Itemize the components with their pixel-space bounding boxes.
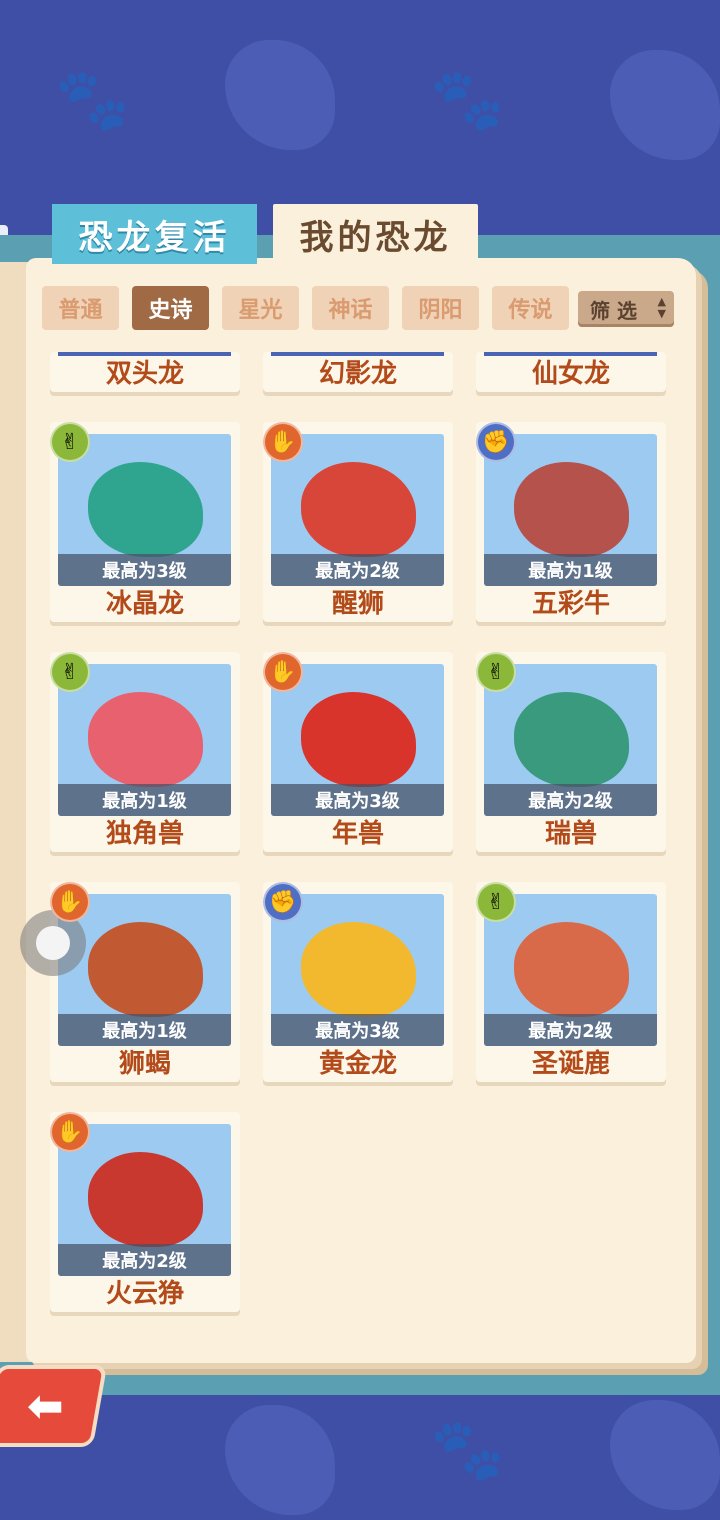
background-dino-silhouette: [225, 40, 335, 150]
background-dino-silhouette: [610, 50, 720, 160]
category-tab-myth[interactable]: 神话: [312, 286, 389, 330]
background-paw-icon: 🐾: [430, 65, 505, 135]
dino-figure: [88, 462, 203, 557]
dino-name: 火云狰: [105, 1279, 184, 1309]
category-tab-starlight[interactable]: 星光: [222, 286, 299, 330]
max-level-label: 最高为3级: [58, 554, 231, 586]
max-level-label: 最高为1级: [484, 554, 657, 586]
dino-name: 年兽: [331, 819, 384, 849]
max-level-label: 最高为2级: [484, 1014, 657, 1046]
dino-name: 醒狮: [331, 589, 384, 619]
dino-card[interactable]: 幻影龙: [263, 352, 453, 392]
dino-card[interactable]: 最高为3级 年兽 ✋: [263, 652, 453, 852]
rock-hand-icon: ✊: [476, 422, 516, 462]
dino-name: 仙女龙: [531, 359, 610, 389]
paper-hand-icon: ✋: [263, 652, 303, 692]
max-level-label: 最高为2级: [58, 1244, 231, 1276]
dino-figure: [88, 692, 203, 787]
rock-hand-icon: ✊: [263, 882, 303, 922]
dino-figure: [514, 692, 629, 787]
dino-figure: [514, 922, 629, 1017]
scissors-hand-icon: ✌: [476, 652, 516, 692]
dino-card[interactable]: 最高为2级 醒狮 ✋: [263, 422, 453, 622]
dino-name: 幻影龙: [318, 359, 397, 389]
max-level-label: 最高为2级: [484, 784, 657, 816]
background-dino-silhouette: [610, 1400, 720, 1510]
dino-name: 五彩牛: [531, 589, 610, 619]
dino-card[interactable]: 仙女龙: [476, 352, 666, 392]
category-tab-epic[interactable]: 史诗: [132, 286, 209, 330]
scissors-hand-icon: ✌: [476, 882, 516, 922]
dino-name: 双头龙: [105, 359, 184, 389]
tab-dino-revive[interactable]: 恐龙复活: [52, 204, 257, 264]
dino-grid[interactable]: 双头龙 幻影龙 仙女龙 最高为3级 冰晶龙 ✌ 最高为2级 醒狮 ✋ 最高为1级 五彩牛 ✊ 最高…: [30, 352, 690, 1352]
paper-hand-icon: ✋: [263, 422, 303, 462]
filter-label: 筛 选: [590, 298, 637, 323]
back-button[interactable]: ⬅: [0, 1365, 108, 1447]
dino-name: 圣诞鹿: [531, 1049, 610, 1079]
max-level-label: 最高为1级: [58, 1014, 231, 1046]
background-paw-icon: 🐾: [430, 1415, 505, 1485]
category-tab-legend[interactable]: 传说: [492, 286, 569, 330]
dino-card[interactable]: 最高为2级 圣诞鹿 ✌: [476, 882, 666, 1082]
dino-card[interactable]: 最高为1级 五彩牛 ✊: [476, 422, 666, 622]
dino-card[interactable]: 最高为1级 狮蝎 ✋: [50, 882, 240, 1082]
max-level-label: 最高为3级: [271, 1014, 444, 1046]
dino-card[interactable]: 最高为3级 冰晶龙 ✌: [50, 422, 240, 622]
filter-dropdown[interactable]: 筛 选 ▲ ▼: [578, 291, 674, 327]
dino-card[interactable]: 最高为2级 火云狰 ✋: [50, 1112, 240, 1312]
dino-card[interactable]: 最高为1级 独角兽 ✌: [50, 652, 240, 852]
dino-card[interactable]: 最高为3级 黄金龙 ✊: [263, 882, 453, 1082]
dino-name: 独角兽: [105, 819, 184, 849]
category-tab-normal[interactable]: 普通: [42, 286, 119, 330]
category-tab-yinyang[interactable]: 阴阳: [402, 286, 479, 330]
dino-figure: [301, 922, 416, 1017]
floating-button-dot-icon: [36, 926, 70, 960]
back-arrow-icon: ⬅: [26, 1380, 64, 1432]
scissors-hand-icon: ✌: [50, 422, 90, 462]
tab-my-dinos[interactable]: 我的恐龙: [273, 204, 478, 264]
dino-figure: [514, 462, 629, 557]
dino-card[interactable]: 最高为2级 瑞兽 ✌: [476, 652, 666, 852]
updown-arrows-icon: ▲ ▼: [657, 295, 666, 320]
dino-name: 狮蝎: [118, 1049, 171, 1079]
dino-name: 瑞兽: [544, 819, 597, 849]
paper-hand-icon: ✋: [50, 1112, 90, 1152]
dino-figure: [88, 1152, 203, 1247]
background-dino-silhouette: [225, 1405, 335, 1515]
dino-figure: [301, 462, 416, 557]
dino-name: 冰晶龙: [105, 589, 184, 619]
dino-card[interactable]: 双头龙: [50, 352, 240, 392]
dino-figure: [301, 692, 416, 787]
max-level-label: 最高为1级: [58, 784, 231, 816]
dino-figure: [88, 922, 203, 1017]
paper-hand-icon: ✋: [50, 882, 90, 922]
max-level-label: 最高为2级: [271, 554, 444, 586]
max-level-label: 最高为3级: [271, 784, 444, 816]
scissors-hand-icon: ✌: [50, 652, 90, 692]
background-paw-icon: 🐾: [55, 65, 130, 135]
dino-name: 黄金龙: [318, 1049, 397, 1079]
